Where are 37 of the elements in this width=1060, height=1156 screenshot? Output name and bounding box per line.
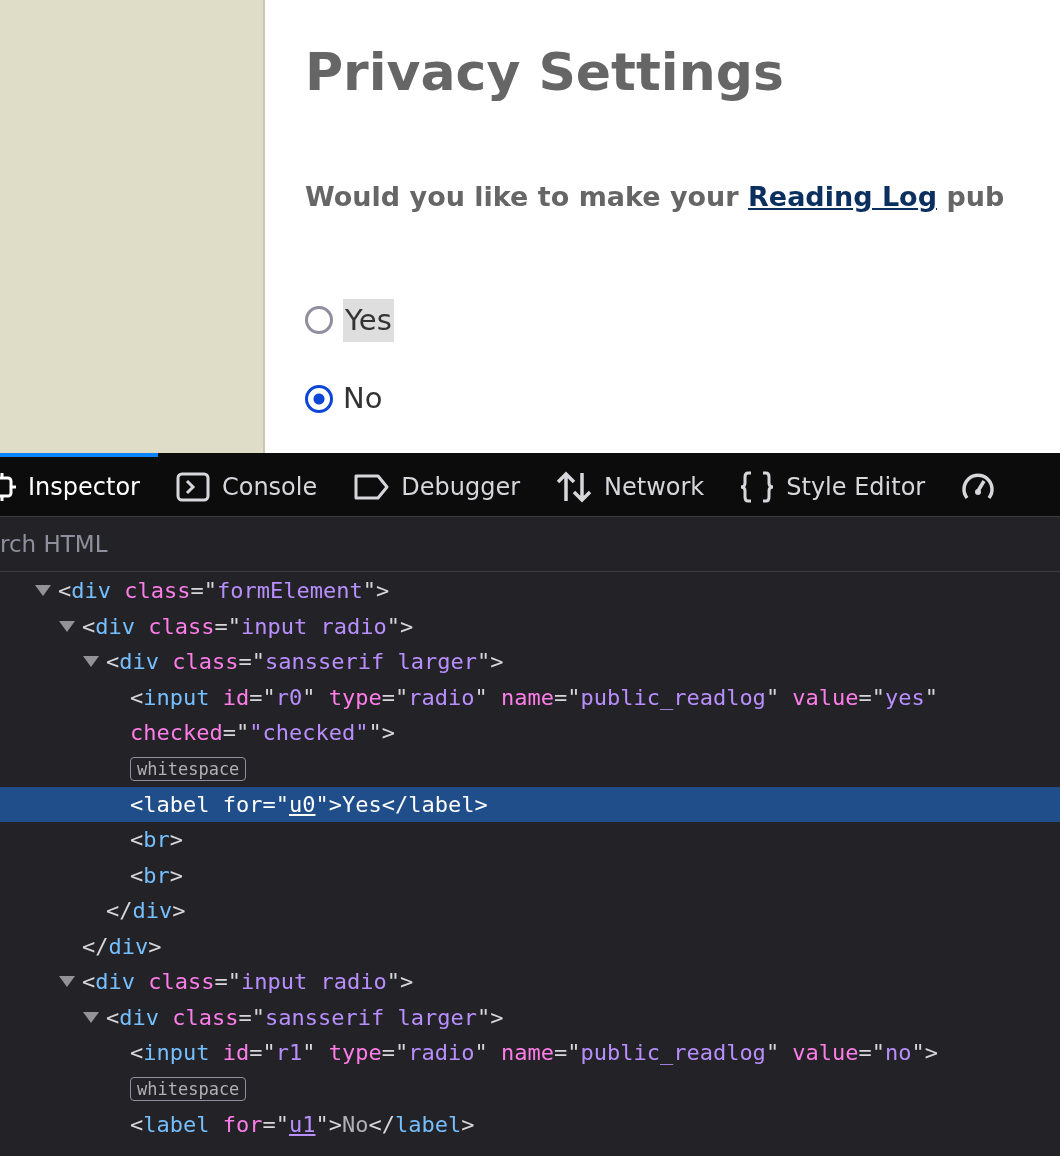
whitespace-badge: whitespace	[130, 1076, 247, 1101]
markup-node[interactable]: <div class="sansserif larger">	[106, 644, 524, 680]
closing-tag: </div>	[82, 928, 182, 964]
markup-node[interactable]: <input id="r1" type="radio" name="public_readlog" value="no">	[130, 1035, 959, 1071]
devtools-tab[interactable]: Network	[556, 453, 723, 516]
markup-node[interactable]: <div class="formElement">	[58, 573, 410, 609]
devtools-tab[interactable]: Inspector	[0, 453, 158, 516]
braces-icon	[740, 470, 775, 503]
devtools-tab[interactable]: Style Editor	[740, 453, 944, 516]
markup-node[interactable]: <div class="sansserif larger">	[106, 999, 524, 1035]
console-icon	[175, 471, 210, 502]
markup-node[interactable]: <input id="r0" type="radio" name="public_readlog" value="yes" checked=""checked"">	[130, 679, 1060, 751]
question-text: Would you like to make your Reading Log pub	[305, 180, 1005, 215]
up-down-arrows-icon	[556, 470, 593, 503]
radio-label[interactable]: Yes	[343, 298, 394, 343]
markup-node[interactable]: <div class="input radio">	[82, 964, 434, 1000]
reading-log-link[interactable]: Reading Log	[748, 181, 937, 213]
radio-label[interactable]: No	[343, 377, 383, 421]
twisty-arrow-icon[interactable]	[35, 585, 51, 596]
twisty-arrow-icon[interactable]	[59, 976, 75, 987]
twisty-arrow-icon[interactable]	[59, 620, 75, 632]
twisty-arrow-icon[interactable]	[83, 1011, 99, 1023]
devtools-tab[interactable]: Debugger	[353, 453, 539, 516]
gauge-icon	[961, 471, 996, 502]
twisty-arrow-icon[interactable]	[83, 656, 99, 667]
radio-button[interactable]	[305, 306, 333, 335]
markup-node[interactable]: <div class="input radio">	[82, 608, 434, 644]
markup-node[interactable]: <br>	[130, 822, 203, 858]
closing-tag: </div>	[106, 893, 206, 929]
whitespace-badge: whitespace	[130, 756, 247, 781]
devtools-tab[interactable]: Console	[175, 453, 336, 516]
radio-button[interactable]	[305, 384, 333, 413]
tag-shape-icon	[353, 472, 390, 501]
page-heading: Privacy Settings	[305, 44, 785, 102]
markup-node[interactable]: <br>	[130, 857, 203, 893]
markup-node[interactable]: <label for="u1">No</label>	[130, 1106, 495, 1142]
search-field[interactable]: rch HTML	[0, 526, 1060, 562]
